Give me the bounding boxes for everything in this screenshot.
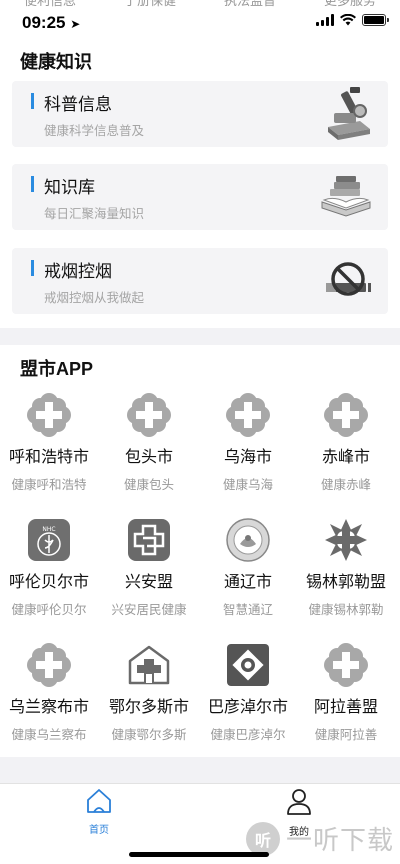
card-subtitle: 健康科学信息普及 (44, 124, 145, 138)
app-grid-item[interactable]: 呼和浩特市健康呼和浩特 (1, 393, 97, 493)
top-tab[interactable]: 于册保健 (124, 0, 176, 8)
location-arrow-icon: ➤ (70, 17, 81, 31)
app-subtitle: 健康呼和浩特 (11, 478, 87, 492)
top-tab[interactable]: 执法监督 (224, 0, 276, 8)
medical-cross-icon (27, 393, 71, 437)
app-subtitle: 智慧通辽 (222, 603, 273, 617)
diamond-emblem-icon (226, 643, 270, 687)
app-grid-item[interactable]: 通辽市 智慧通辽 (200, 518, 296, 618)
status-time: 09:25 ➤ (22, 13, 81, 32)
app-subtitle: 健康乌海 (222, 478, 273, 492)
app-grid-item[interactable]: 阿拉善盟 健康阿拉善 (298, 643, 394, 743)
app-subtitle: 健康锡林郭勒 (308, 603, 384, 617)
app-name: 包头市 (124, 449, 173, 466)
watermark-text: 一听下载 (285, 825, 394, 855)
hospital-cross-icon (127, 518, 171, 562)
app-subtitle: 健康巴彦淖尔 (210, 728, 286, 742)
app-name: 呼和浩特市 (8, 449, 89, 466)
app-subtitle: 健康鄂尔多斯 (111, 728, 187, 742)
top-tab[interactable]: 更多服务 (324, 0, 376, 8)
status-bar: 便利信息 于册保健 执法监督 更多服务 09:25 ➤ (0, 0, 400, 40)
home-indicator (129, 852, 269, 857)
card-subtitle: 戒烟控烟从我做起 (44, 291, 145, 305)
app-name: 赤峰市 (321, 449, 370, 466)
app-subtitle: 健康乌兰察布 (11, 728, 87, 742)
nhc-emblem-icon: NHC (27, 518, 71, 562)
card-quit-smoking[interactable]: 戒烟控烟 戒烟控烟从我做起 (12, 248, 388, 314)
battery-icon (362, 14, 389, 26)
app-subtitle: 健康赤峰 (320, 478, 371, 492)
seal-emblem-icon (226, 518, 270, 562)
medical-cross-icon (127, 393, 171, 437)
app-subtitle: 健康呼伦贝尔 (11, 603, 87, 617)
app-name: 阿拉善盟 (313, 699, 378, 716)
app-name: 呼伦贝尔市 (8, 574, 89, 591)
section-title: 健康知识 (20, 52, 92, 72)
card-title: 知识库 (44, 178, 95, 197)
app-name: 锡林郭勒盟 (305, 574, 386, 591)
card-title: 科普信息 (44, 95, 112, 114)
app-grid-item[interactable]: 乌兰察布市健康乌兰察布 (1, 643, 97, 743)
no-smoking-icon (326, 262, 371, 296)
app-name: 兴安盟 (124, 574, 173, 591)
app-grid-item[interactable]: 包头市 健康包头 (101, 393, 197, 493)
app-grid-item[interactable]: 兴安盟 兴安居民健康 (101, 518, 197, 618)
app-name: 乌海市 (223, 449, 272, 466)
top-tabs-cutoff: 便利信息 于册保健 执法监督 更多服务 (0, 0, 400, 8)
card-popular-science[interactable]: 科普信息 健康科学信息普及 (12, 81, 388, 147)
app-grid-item[interactable]: 巴彦淖尔市健康巴彦淖尔 (200, 643, 296, 743)
home-icon (87, 789, 111, 813)
tab-home[interactable]: 首页 (69, 788, 129, 836)
yurt-cross-icon (127, 643, 171, 687)
app-name: 巴彦淖尔市 (207, 699, 288, 716)
medical-cross-icon (324, 393, 368, 437)
signal-icon (316, 14, 334, 26)
card-title: 戒烟控烟 (44, 262, 112, 281)
tab-label: 首页 (89, 825, 109, 836)
user-icon (287, 789, 311, 815)
medical-cross-icon (226, 393, 270, 437)
app-grid-item[interactable]: 乌海市 健康乌海 (200, 393, 296, 493)
app-grid-item[interactable]: NHC 呼伦贝尔市健康呼伦贝尔 (1, 518, 97, 618)
health-knowledge-section: 健康知识 科普信息 健康科学信息普及 知识库 每日汇聚海量知识 戒烟控烟 戒烟控… (0, 40, 400, 328)
medical-cross-icon (27, 643, 71, 687)
app-name: 乌兰察布市 (8, 699, 89, 716)
app-grid-item[interactable]: 赤峰市 健康赤峰 (298, 393, 394, 493)
watermark: 听 一听下载 (245, 820, 394, 857)
app-name: 鄂尔多斯市 (108, 699, 189, 716)
app-subtitle: 健康包头 (123, 478, 174, 492)
app-subtitle: 兴安居民健康 (111, 603, 187, 617)
wifi-icon (340, 14, 356, 26)
accent-bar (31, 176, 34, 192)
accent-bar (31, 260, 34, 276)
app-grid-item[interactable]: 鄂尔多斯市健康鄂尔多斯 (101, 643, 197, 743)
accent-bar (31, 93, 34, 109)
card-subtitle: 每日汇聚海量知识 (44, 207, 145, 221)
watermark-logo: 听 (245, 821, 280, 856)
card-knowledge-base[interactable]: 知识库 每日汇聚海量知识 (12, 164, 388, 230)
star-cross-icon (324, 518, 368, 562)
books-icon (321, 176, 371, 217)
top-tab[interactable]: 便利信息 (24, 0, 76, 8)
app-name: 通辽市 (223, 574, 272, 591)
svg-text:NHC: NHC (42, 526, 55, 533)
section-title: 盟市APP (20, 359, 94, 379)
medical-cross-icon (324, 643, 368, 687)
microscope-icon (328, 87, 370, 140)
app-grid-item[interactable]: 锡林郭勒盟健康锡林郭勒 (298, 518, 394, 618)
app-subtitle: 健康阿拉善 (314, 728, 378, 742)
